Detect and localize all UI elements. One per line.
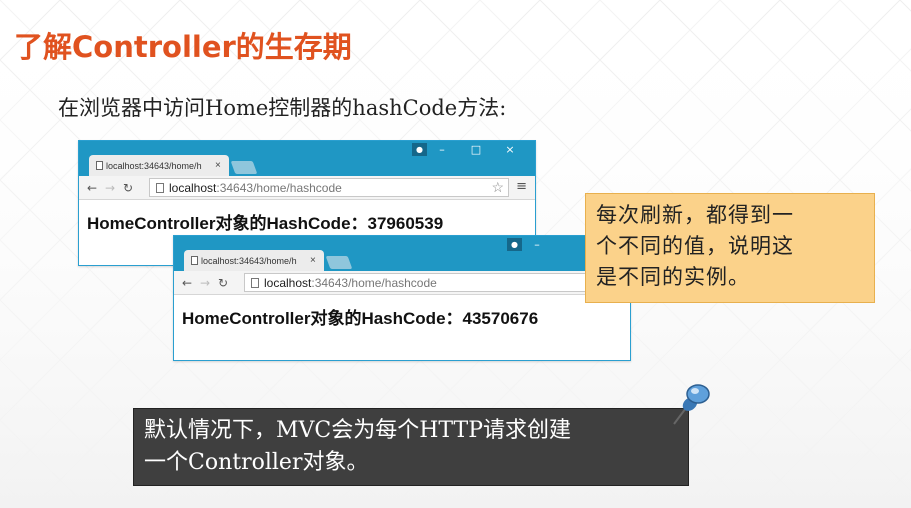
browser-titlebar: localhost:34643/home/h × ● – □ ×	[79, 141, 535, 176]
url-host: localhost	[264, 275, 312, 290]
browser-titlebar: localhost:34643/home/h × ● –	[174, 236, 630, 271]
tab-close-icon[interactable]: ×	[215, 160, 221, 171]
back-arrow-icon[interactable]: ←	[83, 181, 101, 195]
page-icon	[191, 256, 198, 265]
intro-text: 在浏览器中访问Home控制器的hashCode方法:	[58, 96, 507, 120]
forward-arrow-icon[interactable]: →	[101, 181, 119, 195]
pushpin-icon	[673, 384, 710, 425]
browser-window-2: localhost:34643/home/h × ● – ← → ↻ local…	[173, 235, 631, 361]
slide-title: 了解Controller的生存期	[14, 30, 352, 64]
back-arrow-icon[interactable]: ←	[178, 276, 196, 290]
page-content: HomeController对象的HashCode：37960539	[87, 214, 444, 233]
browser-toolbar: ← → ↻ localhost:34643/home/hashcode ☆ ≡	[79, 176, 535, 200]
minimize-button[interactable]: –	[425, 143, 459, 156]
tab-title: localhost:34643/home/h	[106, 160, 202, 171]
address-bar[interactable]: localhost:34643/home/hashcode	[244, 273, 604, 292]
browser-tab[interactable]: localhost:34643/home/h ×	[184, 250, 324, 271]
forward-arrow-icon[interactable]: →	[196, 276, 214, 290]
minimize-button[interactable]: –	[520, 238, 554, 251]
summary-line-1: 默认情况下，MVC会为每个HTTP请求创建	[144, 418, 571, 443]
note-line-2: 个不同的值，说明这	[596, 234, 794, 258]
browser-tab[interactable]: localhost:34643/home/h ×	[89, 155, 229, 176]
page-icon	[251, 277, 259, 288]
tab-title: localhost:34643/home/h	[201, 255, 297, 266]
new-tab-button[interactable]	[325, 256, 353, 269]
address-bar[interactable]: localhost:34643/home/hashcode ☆	[149, 178, 509, 197]
summary-callout: 默认情况下，MVC会为每个HTTP请求创建 一个Controller对象。	[133, 408, 689, 486]
page-icon	[156, 182, 164, 193]
reload-icon[interactable]: ↻	[214, 276, 232, 290]
url-path: :34643/home/hashcode	[311, 275, 437, 290]
new-tab-button[interactable]	[230, 161, 258, 174]
reload-icon[interactable]: ↻	[119, 181, 137, 195]
page-icon	[96, 161, 103, 170]
note-line-3: 是不同的实例。	[596, 265, 750, 289]
tab-close-icon[interactable]: ×	[310, 255, 316, 266]
note-callout: 每次刷新，都得到一 个不同的值，说明这 是不同的实例。	[585, 193, 875, 303]
menu-icon[interactable]: ≡	[516, 179, 527, 194]
page-content: HomeController对象的HashCode：43570676	[182, 309, 539, 328]
url-path: :34643/home/hashcode	[216, 180, 342, 195]
url-host: localhost	[169, 180, 217, 195]
summary-line-2: 一个Controller对象。	[144, 450, 369, 475]
window-controls: – □ ×	[425, 143, 527, 156]
close-window-button[interactable]: ×	[493, 143, 527, 156]
browser-toolbar: ← → ↻ localhost:34643/home/hashcode	[174, 271, 630, 295]
maximize-button[interactable]: □	[459, 143, 493, 156]
note-line-1: 每次刷新，都得到一	[596, 203, 794, 227]
star-icon[interactable]: ☆	[491, 179, 504, 196]
